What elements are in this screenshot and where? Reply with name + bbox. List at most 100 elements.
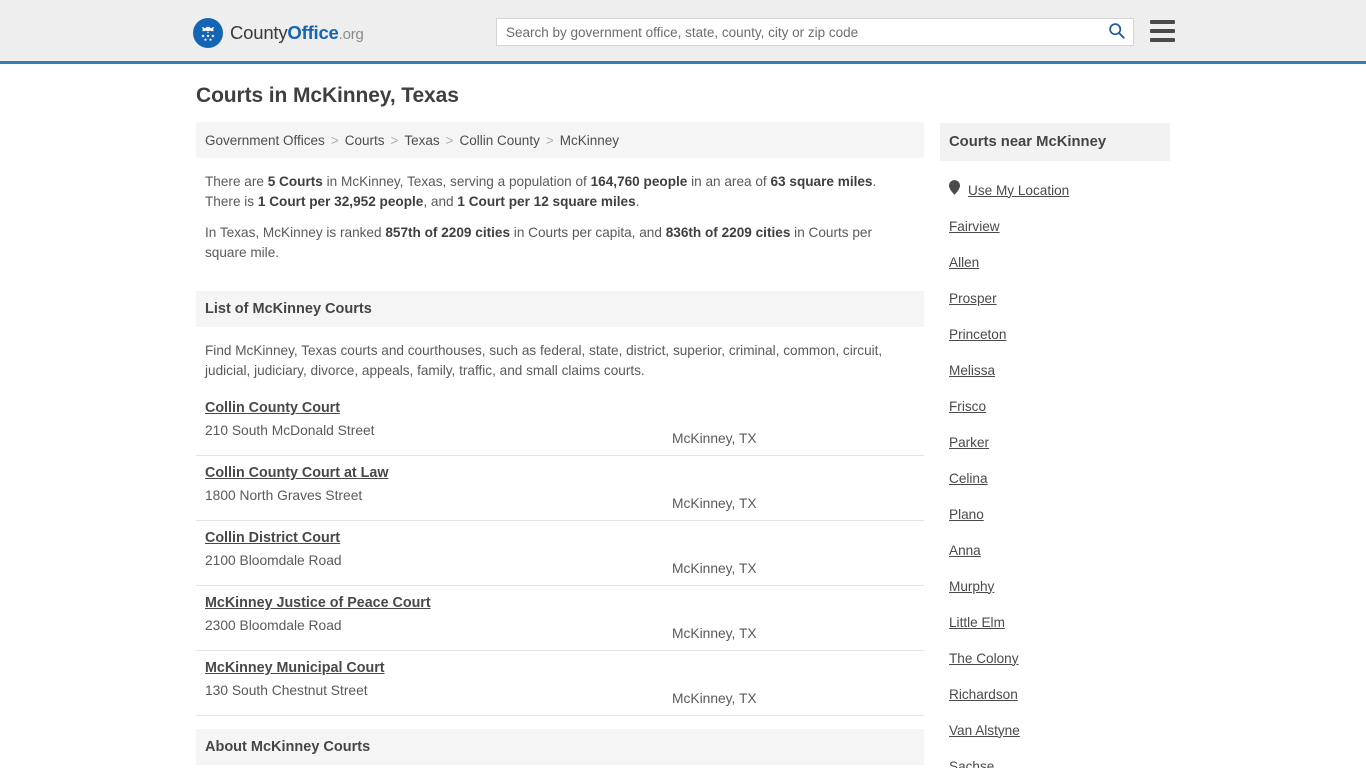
- sidebar-city-list: Use My Location Fairview Allen Prosper P…: [940, 161, 1170, 768]
- city-link[interactable]: Little Elm: [949, 615, 1005, 630]
- stat-rank-per-capita: 857th of 2209 cities: [385, 225, 511, 240]
- city-link[interactable]: Princeton: [949, 327, 1006, 342]
- court-address: 210 South McDonald Street: [205, 423, 375, 438]
- section-header-about-courts: About McKinney Courts: [196, 729, 924, 765]
- city-link[interactable]: Frisco: [949, 399, 986, 414]
- eagle-seal-icon: [193, 18, 223, 48]
- sidebar-item-anna[interactable]: Anna: [940, 532, 1170, 568]
- breadcrumb-item-texas[interactable]: Texas: [404, 133, 439, 148]
- logo-text-county: County: [230, 21, 288, 43]
- stats-text: There are: [205, 174, 268, 189]
- court-link[interactable]: McKinney Municipal Court: [205, 660, 385, 676]
- city-link[interactable]: Allen: [949, 255, 979, 270]
- stats-intro: There are 5 Courts in McKinney, Texas, s…: [196, 158, 924, 278]
- use-my-location-link[interactable]: Use My Location: [968, 183, 1069, 198]
- city-link[interactable]: Parker: [949, 435, 989, 450]
- section-header-list-of-courts: List of McKinney Courts: [196, 291, 924, 327]
- sidebar-item-plano[interactable]: Plano: [940, 496, 1170, 532]
- sidebar-title: Courts near McKinney: [949, 134, 1107, 150]
- hamburger-bar-3: [1150, 38, 1175, 42]
- sidebar-item-princeton[interactable]: Princeton: [940, 316, 1170, 352]
- court-city: McKinney, TX: [672, 496, 757, 511]
- map-pin-icon: [949, 180, 960, 200]
- site-header: CountyOffice.org: [0, 0, 1366, 64]
- city-link[interactable]: Sachse: [949, 759, 994, 768]
- sidebar-courts-near: Courts near McKinney Use My Location Fai…: [940, 123, 1170, 768]
- sidebar-item-frisco[interactable]: Frisco: [940, 388, 1170, 424]
- stats-text: in an area of: [687, 174, 771, 189]
- hamburger-bar-2: [1150, 29, 1175, 33]
- breadcrumb-item-government-offices[interactable]: Government Offices: [205, 133, 325, 148]
- court-link[interactable]: Collin County Court: [205, 400, 340, 416]
- stats-text: .: [635, 194, 640, 209]
- stat-court-count: 5 Courts: [267, 174, 323, 189]
- stats-text: , and: [423, 194, 458, 209]
- sidebar-item-sachse[interactable]: Sachse: [940, 748, 1170, 768]
- sidebar-header: Courts near McKinney: [940, 123, 1170, 161]
- section-description: Find McKinney, Texas courts and courthou…: [205, 343, 883, 378]
- search-button[interactable]: [1099, 19, 1133, 45]
- breadcrumb-separator: >: [390, 132, 399, 148]
- sidebar-item-prosper[interactable]: Prosper: [940, 280, 1170, 316]
- city-link[interactable]: Fairview: [949, 219, 1000, 234]
- court-address: 130 South Chestnut Street: [205, 683, 368, 698]
- court-city: McKinney, TX: [672, 626, 757, 641]
- city-link[interactable]: Murphy: [949, 579, 994, 594]
- search-input[interactable]: [497, 19, 1099, 45]
- stat-population: 164,760 people: [590, 174, 688, 189]
- table-row: McKinney Municipal Court 130 South Chest…: [196, 651, 924, 716]
- court-link[interactable]: Collin County Court at Law: [205, 465, 388, 481]
- breadcrumb-item-courts[interactable]: Courts: [345, 133, 385, 148]
- court-city: McKinney, TX: [672, 431, 757, 446]
- sidebar-item-the-colony[interactable]: The Colony: [940, 640, 1170, 676]
- search-bar[interactable]: [496, 18, 1134, 46]
- breadcrumb-item-mckinney: McKinney: [559, 132, 619, 148]
- table-row: Collin District Court 2100 Bloomdale Roa…: [196, 521, 924, 586]
- sidebar-item-celina[interactable]: Celina: [940, 460, 1170, 496]
- stat-area: 63 square miles: [770, 174, 873, 189]
- hamburger-menu-icon[interactable]: [1150, 20, 1175, 42]
- breadcrumb: Government Offices > Courts > Texas > Co…: [196, 122, 924, 158]
- sidebar-item-little-elm[interactable]: Little Elm: [940, 604, 1170, 640]
- city-link[interactable]: Anna: [949, 543, 981, 558]
- city-link[interactable]: Melissa: [949, 363, 995, 378]
- hamburger-bar-1: [1150, 20, 1175, 24]
- stat-courts-per-people: 1 Court per 32,952 people: [257, 194, 424, 209]
- sidebar-item-murphy[interactable]: Murphy: [940, 568, 1170, 604]
- logo-text-org: .org: [338, 25, 364, 43]
- sidebar-item-parker[interactable]: Parker: [940, 424, 1170, 460]
- court-link[interactable]: Collin District Court: [205, 530, 340, 546]
- breadcrumb-separator: >: [545, 132, 554, 148]
- breadcrumb-item-collin-county[interactable]: Collin County: [460, 133, 540, 148]
- section-title: List of McKinney Courts: [205, 301, 372, 317]
- sidebar-item-van-alstyne[interactable]: Van Alstyne: [940, 712, 1170, 748]
- sidebar-item-use-my-location[interactable]: Use My Location: [940, 172, 1170, 208]
- court-link[interactable]: McKinney Justice of Peace Court: [205, 595, 431, 611]
- sidebar-item-fairview[interactable]: Fairview: [940, 208, 1170, 244]
- stats-paragraph-2: In Texas, McKinney is ranked 857th of 22…: [205, 223, 915, 263]
- court-address: 2300 Bloomdale Road: [205, 618, 342, 633]
- table-row: McKinney Justice of Peace Court 2300 Blo…: [196, 586, 924, 651]
- section-title: About McKinney Courts: [205, 739, 371, 755]
- city-link[interactable]: Celina: [949, 471, 988, 486]
- court-address: 1800 North Graves Street: [205, 488, 363, 503]
- stats-text: In Texas, McKinney is ranked: [205, 225, 386, 240]
- court-list: Collin County Court 210 South McDonald S…: [196, 391, 924, 716]
- city-link[interactable]: Prosper: [949, 291, 997, 306]
- stats-paragraph-1: There are 5 Courts in McKinney, Texas, s…: [205, 172, 915, 212]
- page-title: Courts in McKinney, Texas: [196, 84, 459, 107]
- city-link[interactable]: Richardson: [949, 687, 1018, 702]
- sidebar-item-richardson[interactable]: Richardson: [940, 676, 1170, 712]
- table-row: Collin County Court 210 South McDonald S…: [196, 391, 924, 456]
- logo-text-office: Office: [287, 21, 339, 43]
- city-link[interactable]: Plano: [949, 507, 984, 522]
- sidebar-item-melissa[interactable]: Melissa: [940, 352, 1170, 388]
- site-logo[interactable]: CountyOffice.org: [193, 18, 364, 48]
- city-link[interactable]: The Colony: [949, 651, 1019, 666]
- stats-text: in Courts per capita, and: [510, 225, 666, 240]
- logo-wordmark: CountyOffice.org: [230, 21, 364, 43]
- court-city: McKinney, TX: [672, 691, 757, 706]
- table-row: Collin County Court at Law 1800 North Gr…: [196, 456, 924, 521]
- city-link[interactable]: Van Alstyne: [949, 723, 1020, 738]
- sidebar-item-allen[interactable]: Allen: [940, 244, 1170, 280]
